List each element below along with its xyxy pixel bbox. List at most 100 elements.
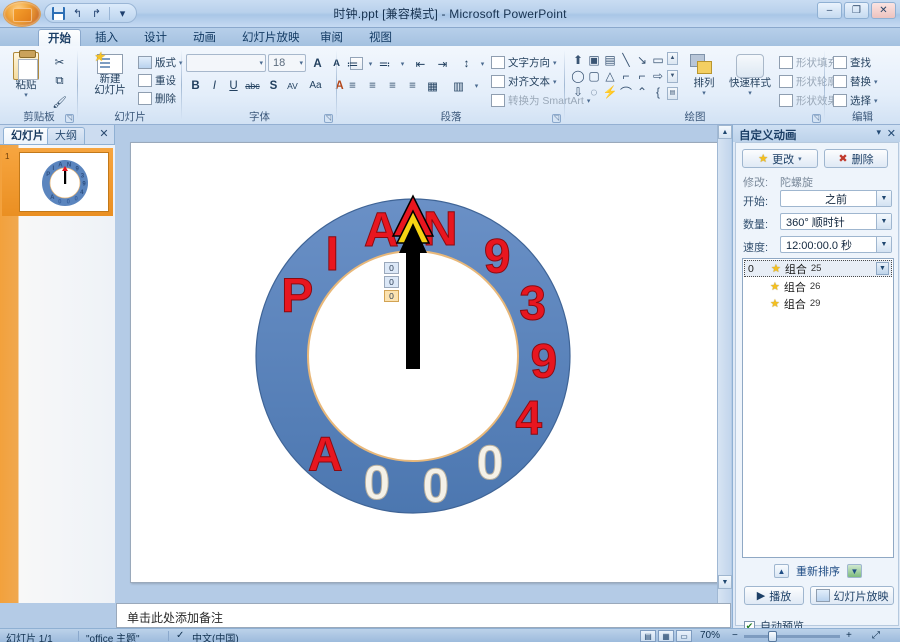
replace-button[interactable]: 替换 ▾ (831, 73, 880, 90)
amount-select-caret-icon[interactable]: ▼ (876, 214, 891, 229)
fit-to-window-button[interactable]: ⤢ (872, 630, 880, 641)
quick-styles-button[interactable]: 快速样式 ▾ (728, 54, 772, 97)
cut-button[interactable]: ✂ (50, 52, 69, 71)
clock-graphic[interactable]: PIAN9394000A 0 0 0 (131, 143, 718, 583)
grow-font-button[interactable]: A (308, 54, 327, 73)
minimize-button[interactable]: – (817, 2, 842, 19)
decrease-indent-button[interactable]: ⇤ (411, 54, 430, 73)
zoom-out-button[interactable]: − (732, 630, 738, 641)
zoom-in-button[interactable]: + (846, 630, 852, 641)
shapes-gallery[interactable]: ⬆ ▣ ▤ ╲ ↘ ▭ ◯ ▢ △ ⌐ ⌐ ⇨ ⇩ ◌ ⚡ ⌒ ⌃{ (570, 52, 666, 100)
tab-review[interactable]: 审阅 (311, 29, 352, 47)
clipboard-dialog-launcher[interactable]: ◹ (65, 114, 74, 123)
find-button[interactable]: 查找 (831, 54, 873, 71)
text-shadow-button[interactable]: S (264, 76, 283, 95)
shape-cell-13[interactable]: ◌ (586, 84, 602, 100)
text-direction-button[interactable]: 文字方向 ▾ (489, 54, 559, 71)
tab-design[interactable]: 设计 (135, 29, 176, 47)
close-button[interactable]: ✕ (871, 2, 896, 19)
numbering-button[interactable]: ≕ (375, 54, 394, 73)
columns-caret-icon[interactable]: ▾ (467, 76, 486, 95)
task-pane-menu-icon[interactable]: ▾ (876, 127, 881, 138)
new-slide-button[interactable]: ★ 新建 幻灯片 (88, 49, 132, 96)
columns-button[interactable]: ▥ (449, 76, 468, 95)
reorder-up-button[interactable]: ▲ (774, 564, 789, 578)
scroll-down-icon[interactable]: ▼ (718, 575, 732, 589)
speed-select-caret-icon[interactable]: ▼ (876, 237, 891, 252)
arrange-button[interactable]: 排列 ▾ (685, 54, 723, 97)
shape-cell-5[interactable]: ▭ (650, 52, 666, 68)
align-right-button[interactable]: ≡ (383, 76, 402, 95)
delete-slide-button[interactable]: 删除 (136, 90, 178, 107)
scroll-up-icon[interactable]: ▲ (718, 125, 732, 139)
tab-animations[interactable]: 动画 (184, 29, 225, 47)
align-text-button[interactable]: 对齐文本 ▾ (489, 73, 559, 90)
animation-list-item[interactable]: ★ 组合 26 (744, 278, 893, 295)
slide-thumbnail-item[interactable]: 1 PIAN9394000A (2, 148, 113, 216)
status-language[interactable]: 中文(中国) (192, 630, 239, 642)
copy-button[interactable]: ⧉ (50, 72, 69, 91)
italic-button[interactable]: I (205, 76, 224, 95)
shape-cell-17[interactable]: { (650, 84, 666, 100)
shape-cell-15[interactable]: ⌒ (618, 84, 634, 100)
tab-outline[interactable]: 大纲 (47, 127, 85, 144)
change-effect-button[interactable]: ★ 更改 ▾ (742, 149, 818, 168)
speed-select[interactable]: 12:00:00.0 秒 ▼ (780, 236, 892, 253)
font-name-input[interactable]: ▾ (186, 54, 266, 72)
underline-button[interactable]: U (224, 76, 243, 95)
animation-item-caret-icon[interactable]: ▼ (876, 262, 889, 275)
clock-svg[interactable]: PI A N9394000A (131, 143, 718, 583)
slide-thumbnail-preview[interactable]: PIAN9394000A (19, 152, 109, 212)
shape-cell-4[interactable]: ↘ (634, 52, 650, 68)
status-spellcheck-icon[interactable]: ✓ (176, 630, 184, 641)
animation-list-item[interactable]: ★ 组合 29 (744, 295, 893, 312)
select-button[interactable]: 选择 ▾ (831, 92, 880, 109)
view-normal-button[interactable]: ▤ (640, 630, 656, 642)
shape-cell-16[interactable]: ⌃ (634, 84, 650, 100)
shape-cell-14[interactable]: ⚡ (602, 84, 618, 100)
zoom-slider-handle[interactable] (768, 631, 777, 642)
animation-tag-2[interactable]: 0 (384, 276, 399, 288)
align-left-button[interactable]: ≡ (343, 76, 362, 95)
shape-cell-7[interactable]: ▢ (586, 68, 602, 84)
strikethrough-button[interactable]: abc (243, 76, 262, 95)
play-button[interactable]: ▶ 播放 (744, 586, 804, 605)
animation-list-item[interactable]: 0 ★ 组合 25 ▼ (744, 260, 892, 277)
zoom-slider-track[interactable] (744, 635, 840, 638)
shape-cell-8[interactable]: △ (602, 68, 618, 84)
bullets-button[interactable]: ≔ (343, 54, 362, 73)
shape-cell-3[interactable]: ╲ (618, 52, 634, 68)
reorder-down-button[interactable]: ▼ (847, 564, 862, 578)
shapes-gallery-scrollbar[interactable]: ▲ ▼ ▤ (667, 52, 678, 100)
close-slides-pane-icon[interactable]: ✕ (97, 128, 111, 142)
shape-cell-11[interactable]: ⇨ (650, 68, 666, 84)
change-case-button[interactable]: Aa (306, 76, 325, 95)
tab-view[interactable]: 视图 (360, 29, 401, 47)
view-slideshow-button[interactable]: ▭ (676, 630, 692, 642)
increase-indent-button[interactable]: ⇥ (433, 54, 452, 73)
shape-cell-10[interactable]: ⌐ (634, 68, 650, 84)
numbering-caret-icon[interactable]: ▾ (393, 54, 412, 73)
shape-cell-2[interactable]: ▤ (602, 52, 618, 68)
tab-home[interactable]: 开始 (38, 29, 81, 47)
notes-placeholder[interactable]: 单击此处添加备注 (116, 603, 731, 628)
slide-area-scrollbar[interactable]: ▲ ▼ (717, 125, 732, 603)
bold-button[interactable]: B (186, 76, 205, 95)
restore-button[interactable]: ❐ (844, 2, 869, 19)
paste-button[interactable]: 粘贴 ▾ (6, 50, 46, 99)
shape-cell-6[interactable]: ◯ (570, 68, 586, 84)
layout-button[interactable]: 版式 ▾ (136, 54, 185, 71)
shape-cell-12[interactable]: ⇩ (570, 84, 586, 100)
reset-button[interactable]: 重设 (136, 72, 178, 89)
justify-button[interactable]: ≡ (403, 76, 422, 95)
tab-slides-thumbnails[interactable]: 幻灯片 (3, 127, 52, 144)
shapes-scroll-up-icon[interactable]: ▲ (667, 52, 678, 65)
shapes-scroll-down-icon[interactable]: ▼ (667, 69, 678, 83)
tab-insert[interactable]: 插入 (86, 29, 127, 47)
animation-list[interactable]: 0 ★ 组合 25 ▼ ★ 组合 26 ★ 组合 29 (742, 258, 894, 558)
view-sorter-button[interactable]: ▦ (658, 630, 674, 642)
task-pane-close-icon[interactable]: ✕ (887, 127, 896, 140)
animation-tag-3[interactable]: 0 (384, 290, 399, 302)
start-select[interactable]: 之前 ▼ (780, 190, 892, 207)
font-size-input[interactable]: 18 ▾ (268, 54, 306, 72)
